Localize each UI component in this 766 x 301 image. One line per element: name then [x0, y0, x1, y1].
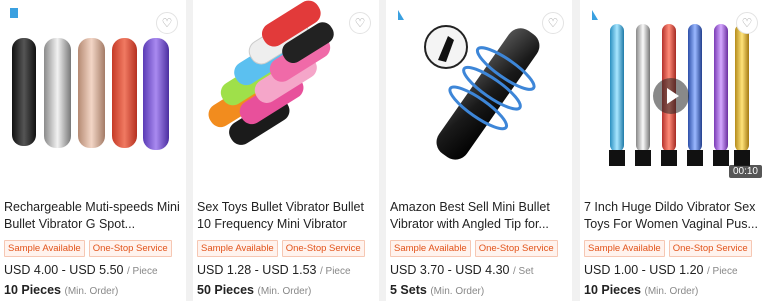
min-order: 10 Pieces (Min. Order)	[4, 283, 118, 297]
product-title[interactable]: 7 Inch Huge Dildo Vibrator Sex Toys For …	[584, 199, 762, 233]
price-range: USD 3.70 - USD 4.30	[390, 263, 510, 277]
one-stop-service-badge: One-Stop Service	[474, 240, 558, 257]
badges: Sample Available One-Stop Service	[584, 238, 756, 257]
price: USD 3.70 - USD 4.30 / Set	[390, 263, 534, 277]
product-title[interactable]: Sex Toys Bullet Vibrator Bullet 10 Frequ…	[197, 199, 375, 233]
badges: Sample Available One-Stop Service	[197, 238, 369, 257]
one-stop-service-badge: One-Stop Service	[668, 240, 752, 257]
price-range: USD 4.00 - USD 5.50	[4, 263, 124, 277]
one-stop-service-badge: One-Stop Service	[281, 240, 365, 257]
sample-available-badge: Sample Available	[584, 240, 665, 257]
product-grid: ♡ Rechargeable Muti-speeds Mini Bullet V…	[0, 0, 766, 301]
moq-value: 10 Pieces	[4, 283, 61, 297]
price: USD 1.28 - USD 1.53 / Piece	[197, 263, 351, 277]
price-range: USD 1.28 - USD 1.53	[197, 263, 317, 277]
product-card[interactable]: ♡ Sex Toys Bullet Vibrator Bullet 10 Fre…	[193, 0, 379, 301]
min-order: 5 Sets (Min. Order)	[390, 283, 484, 297]
product-title[interactable]: Rechargeable Muti-speeds Mini Bullet Vib…	[4, 199, 182, 233]
price-unit: / Piece	[126, 266, 158, 277]
product-card[interactable]: 00:10 ♡ 7 Inch Huge Dildo Vibrator Sex T…	[580, 0, 766, 301]
price: USD 4.00 - USD 5.50 / Piece	[4, 263, 158, 277]
sample-available-badge: Sample Available	[4, 240, 85, 257]
price-unit: / Piece	[319, 266, 351, 277]
heart-icon[interactable]: ♡	[736, 12, 758, 34]
product-card[interactable]: ♡ Amazon Best Sell Mini Bullet Vibrator …	[386, 0, 572, 301]
product-card[interactable]: ♡ Rechargeable Muti-speeds Mini Bullet V…	[0, 0, 186, 301]
heart-icon[interactable]: ♡	[542, 12, 564, 34]
min-order: 50 Pieces (Min. Order)	[197, 283, 311, 297]
badges: Sample Available One-Stop Service	[4, 238, 176, 257]
moq-label: (Min. Order)	[644, 286, 699, 297]
price-range: USD 1.00 - USD 1.20	[584, 263, 704, 277]
moq-value: 10 Pieces	[584, 283, 641, 297]
price: USD 1.00 - USD 1.20 / Piece	[584, 263, 738, 277]
heart-icon[interactable]: ♡	[349, 12, 371, 34]
play-icon[interactable]	[653, 78, 689, 114]
moq-label: (Min. Order)	[430, 286, 485, 297]
moq-label: (Min. Order)	[257, 286, 312, 297]
sample-available-badge: Sample Available	[390, 240, 471, 257]
price-unit: / Set	[512, 266, 534, 277]
min-order: 10 Pieces (Min. Order)	[584, 283, 698, 297]
badges: Sample Available One-Stop Service	[390, 238, 562, 257]
one-stop-service-badge: One-Stop Service	[88, 240, 172, 257]
product-title[interactable]: Amazon Best Sell Mini Bullet Vibrator wi…	[390, 199, 568, 233]
price-unit: / Piece	[706, 266, 738, 277]
sample-available-badge: Sample Available	[197, 240, 278, 257]
heart-icon[interactable]: ♡	[156, 12, 178, 34]
product-image[interactable]: ♡	[193, 0, 379, 190]
product-image[interactable]: ♡	[0, 0, 186, 190]
video-duration: 00:10	[728, 165, 762, 178]
product-image[interactable]: ♡	[386, 0, 572, 190]
product-image[interactable]: 00:10 ♡	[580, 0, 766, 190]
moq-label: (Min. Order)	[64, 286, 119, 297]
moq-value: 5 Sets	[390, 283, 427, 297]
moq-value: 50 Pieces	[197, 283, 254, 297]
